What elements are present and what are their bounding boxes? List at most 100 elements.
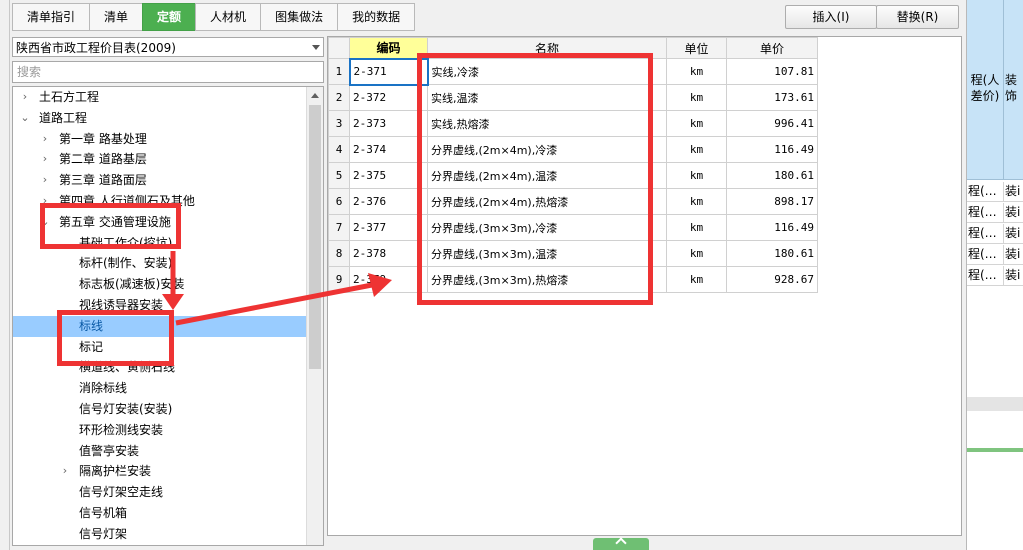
tree-item[interactable]: 值警亭安装 [13,441,308,462]
chevron-right-icon[interactable]: › [39,149,51,169]
tree-item[interactable]: 消除标线 [13,378,308,399]
tree-item[interactable]: 信号机箱 [13,503,308,524]
unit-cell: km [666,240,727,267]
tree-item[interactable]: 信号灯架 [13,524,308,545]
background-cell: 程(… [968,184,997,198]
tab-4[interactable]: 图集做法 [260,3,338,31]
quota-lookup-dialog: 清单指引 清单 定额 人材机 图集做法 我的数据 插入(I) 替换(R) 陕西省市政工程价… [10,0,966,550]
column-header-4[interactable]: 单价 [726,37,818,59]
background-row: 程(… 装i [967,203,1023,223]
tree-item[interactable]: › 第二章 道路基层 [13,149,308,170]
name-cell: 分界虚线,(2m×4m),热熔漆 [427,188,667,215]
name-cell: 分界虚线,(3m×3m),冷漆 [427,214,667,241]
tree-item-label: 信号机箱 [79,505,128,520]
tree-item[interactable]: 标志板(减速板)安装 [13,274,308,295]
tab-5[interactable]: 我的数据 [337,3,416,31]
quota-table: 编码 名称 单位 单价 1 2-371 实线,冷漆 km 107.81 2 2-372 实线,温漆 k… [328,37,818,293]
tree-item[interactable]: 信号灯安装(安装) [13,399,308,420]
tree-item[interactable]: 信号灯架空走线 [13,482,308,503]
column-header-2[interactable]: 名称 [427,37,667,59]
tab-1[interactable]: 清单 [89,3,143,31]
collapse-handle[interactable] [593,537,649,550]
tree-item[interactable]: 标记 [13,337,308,358]
tree-item[interactable]: 横道线、黄侧石线 [13,357,308,378]
chevron-down-icon[interactable]: ⌄ [39,212,51,232]
background-row: 程(… 装i [967,224,1023,244]
column-header-0[interactable] [328,37,350,59]
unit-cell: km [666,136,727,163]
tree-item-label: 土石方工程 [39,90,100,104]
price-cell: 996.41 [726,110,818,137]
name-cell: 实线,温漆 [427,84,667,111]
tab-bar: 清单指引 清单 定额 人材机 图集做法 我的数据 [12,3,416,31]
tree-item-label: 第四章 人行道侧石及其他 [59,193,195,208]
row-number: 1 [328,58,350,85]
table-row[interactable]: 8 2-378 分界虚线,(3m×3m),温漆 km 180.61 [328,240,818,267]
background-cell: 装i [1005,205,1021,219]
table-row[interactable]: 5 2-375 分界虚线,(2m×4m),温漆 km 180.61 [328,162,818,189]
price-cell: 107.81 [726,58,818,85]
table-row[interactable]: 6 2-376 分界虚线,(2m×4m),热熔漆 km 898.17 [328,188,818,215]
name-cell: 分界虚线,(3m×3m),温漆 [427,240,667,267]
background-window-right-edge: 程(人差价) 装饰 程(… 装i 程(… 装i 程(… 装i 程(… 装i 程(… 装i [966,0,1023,550]
tree-item[interactable]: › 第四章 人行道侧石及其他 [13,191,308,212]
row-number: 9 [328,266,350,293]
chevron-right-icon[interactable]: › [19,87,31,107]
tree-item[interactable]: 标杆(制作、安装) [13,253,308,274]
background-cell: 程(… [968,205,997,219]
chevron-down-icon[interactable]: ⌄ [19,108,31,128]
tree-item[interactable]: › 第三章 道路面层 [13,170,308,191]
table-row[interactable]: 3 2-373 实线,热熔漆 km 996.41 [328,110,818,137]
tree-item[interactable]: 标线 [13,315,308,337]
tree-item[interactable]: › 土石方工程 [13,87,308,108]
chevron-right-icon[interactable]: › [39,191,51,211]
row-number: 8 [328,240,350,267]
row-number: 2 [328,84,350,111]
tree-item[interactable]: 视线诱导器安装 [13,295,308,316]
chevron-up-icon [615,537,627,549]
catalog-select[interactable]: 陕西省市政工程价目表(2009) [12,37,324,57]
tree-item-label: 横道线、黄侧石线 [79,360,176,375]
code-cell: 2-375 [349,162,428,189]
tree-item[interactable]: ⌄ 道路工程 [13,108,308,129]
table-row[interactable]: 1 2-371 实线,冷漆 km 107.81 [328,57,818,86]
search-input[interactable] [12,61,324,83]
name-cell: 实线,冷漆 [427,58,667,85]
tree-item[interactable]: › 隔离护栏安装 [13,461,308,482]
column-header-1[interactable]: 编码 [349,37,428,59]
background-header-cell: 程(人差价) [970,73,1000,103]
tree-item-label: 基础工作介(挖坑) [79,235,173,250]
replace-button[interactable]: 替换(R) [876,5,959,29]
tree-item-label: 标志板(减速板)安装 [79,277,185,292]
name-cell: 实线,热熔漆 [427,110,667,137]
name-cell: 分界虚线,(3m×3m),热熔漆 [427,266,667,293]
tab-2[interactable]: 定额 [142,3,196,31]
table-row[interactable]: 9 2-379 分界虚线,(3m×3m),热熔漆 km 928.67 [328,266,818,293]
tree-item[interactable]: › 第一章 路基处理 [13,129,308,150]
background-cell: 程(… [968,226,997,240]
tree-item[interactable]: 环形检测线安装 [13,420,308,441]
chevron-down-icon[interactable] [312,45,320,50]
chevron-right-icon[interactable]: › [59,461,71,481]
column-header-3[interactable]: 单位 [666,37,727,59]
tree-scrollbar[interactable] [306,87,323,545]
tree-item-label: 标杆(制作、安装) [79,256,173,271]
table-row[interactable]: 2 2-372 实线,温漆 km 173.61 [328,84,818,111]
scroll-thumb[interactable] [309,105,321,369]
scroll-up-icon[interactable] [311,93,319,98]
table-row[interactable]: 7 2-377 分界虚线,(3m×3m),冷漆 km 116.49 [328,214,818,241]
tree-item[interactable]: ⌄ 第五章 交通管理设施 [13,212,308,233]
insert-button[interactable]: 插入(I) [785,5,877,29]
tree-item-label: 信号灯安装(安装) [79,401,173,416]
tab-0[interactable]: 清单指引 [12,3,90,31]
tree-item-label: 信号灯架空走线 [79,485,164,500]
background-row: 程(… 装i [967,245,1023,265]
chevron-right-icon[interactable]: › [39,170,51,190]
background-cell: 程(… [968,268,997,282]
tree-item-label: 标记 [79,339,104,354]
price-cell: 928.67 [726,266,818,293]
tab-3[interactable]: 人材机 [195,3,261,31]
tree-item[interactable]: 基础工作介(挖坑) [13,233,308,254]
chevron-right-icon[interactable]: › [39,129,51,149]
table-row[interactable]: 4 2-374 分界虚线,(2m×4m),冷漆 km 116.49 [328,136,818,163]
